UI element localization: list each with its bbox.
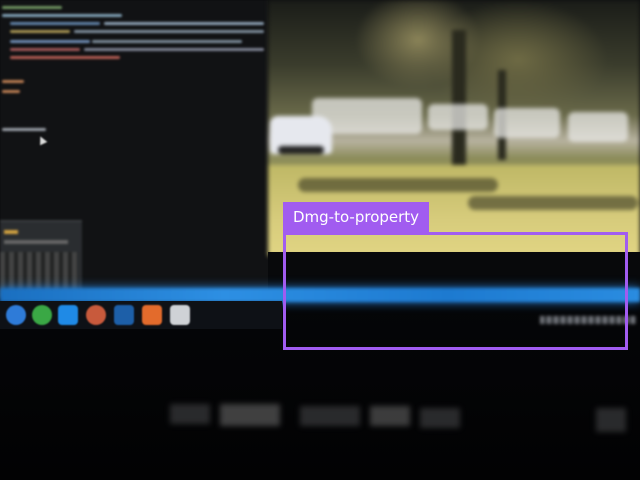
desk-object [220,404,280,426]
car [270,116,332,154]
window-row [4,230,18,234]
detection-label: Dmg-to-property [283,202,430,233]
code-line [2,80,24,83]
code-line [2,6,62,9]
photo-scene: Dmg-to-property [0,0,640,480]
tree-trunk [452,30,466,170]
vscode-icon[interactable] [58,305,78,325]
bright-patch [568,112,628,142]
code-line [92,40,242,43]
code-line [10,40,90,43]
code-line [2,128,46,131]
terminal-window [0,220,82,298]
desk-object [370,406,410,426]
bright-patch [428,104,488,130]
detection-box [283,232,628,350]
code-line [84,48,264,51]
shadow [298,178,498,192]
code-line [2,90,20,93]
left-monitor [0,0,282,300]
code-line [10,48,80,51]
steam-icon[interactable] [114,305,134,325]
window-row [4,240,68,244]
code-line [10,56,120,59]
opera-icon[interactable] [32,305,52,325]
bright-patch [494,108,560,138]
sublime-icon[interactable] [142,305,162,325]
shadow [468,196,638,210]
chrome-icon[interactable] [6,305,26,325]
obs-icon[interactable] [86,305,106,325]
code-line [104,22,264,25]
taskbar [0,301,282,329]
desk-object [300,406,360,426]
desk-object [596,408,626,432]
desk-object [170,404,210,424]
code-line [2,14,122,17]
code-line [10,30,70,33]
code-line [10,22,100,25]
code-editor [0,0,278,140]
files-icon[interactable] [170,305,190,325]
desk-object [420,408,460,428]
code-line [74,30,264,33]
